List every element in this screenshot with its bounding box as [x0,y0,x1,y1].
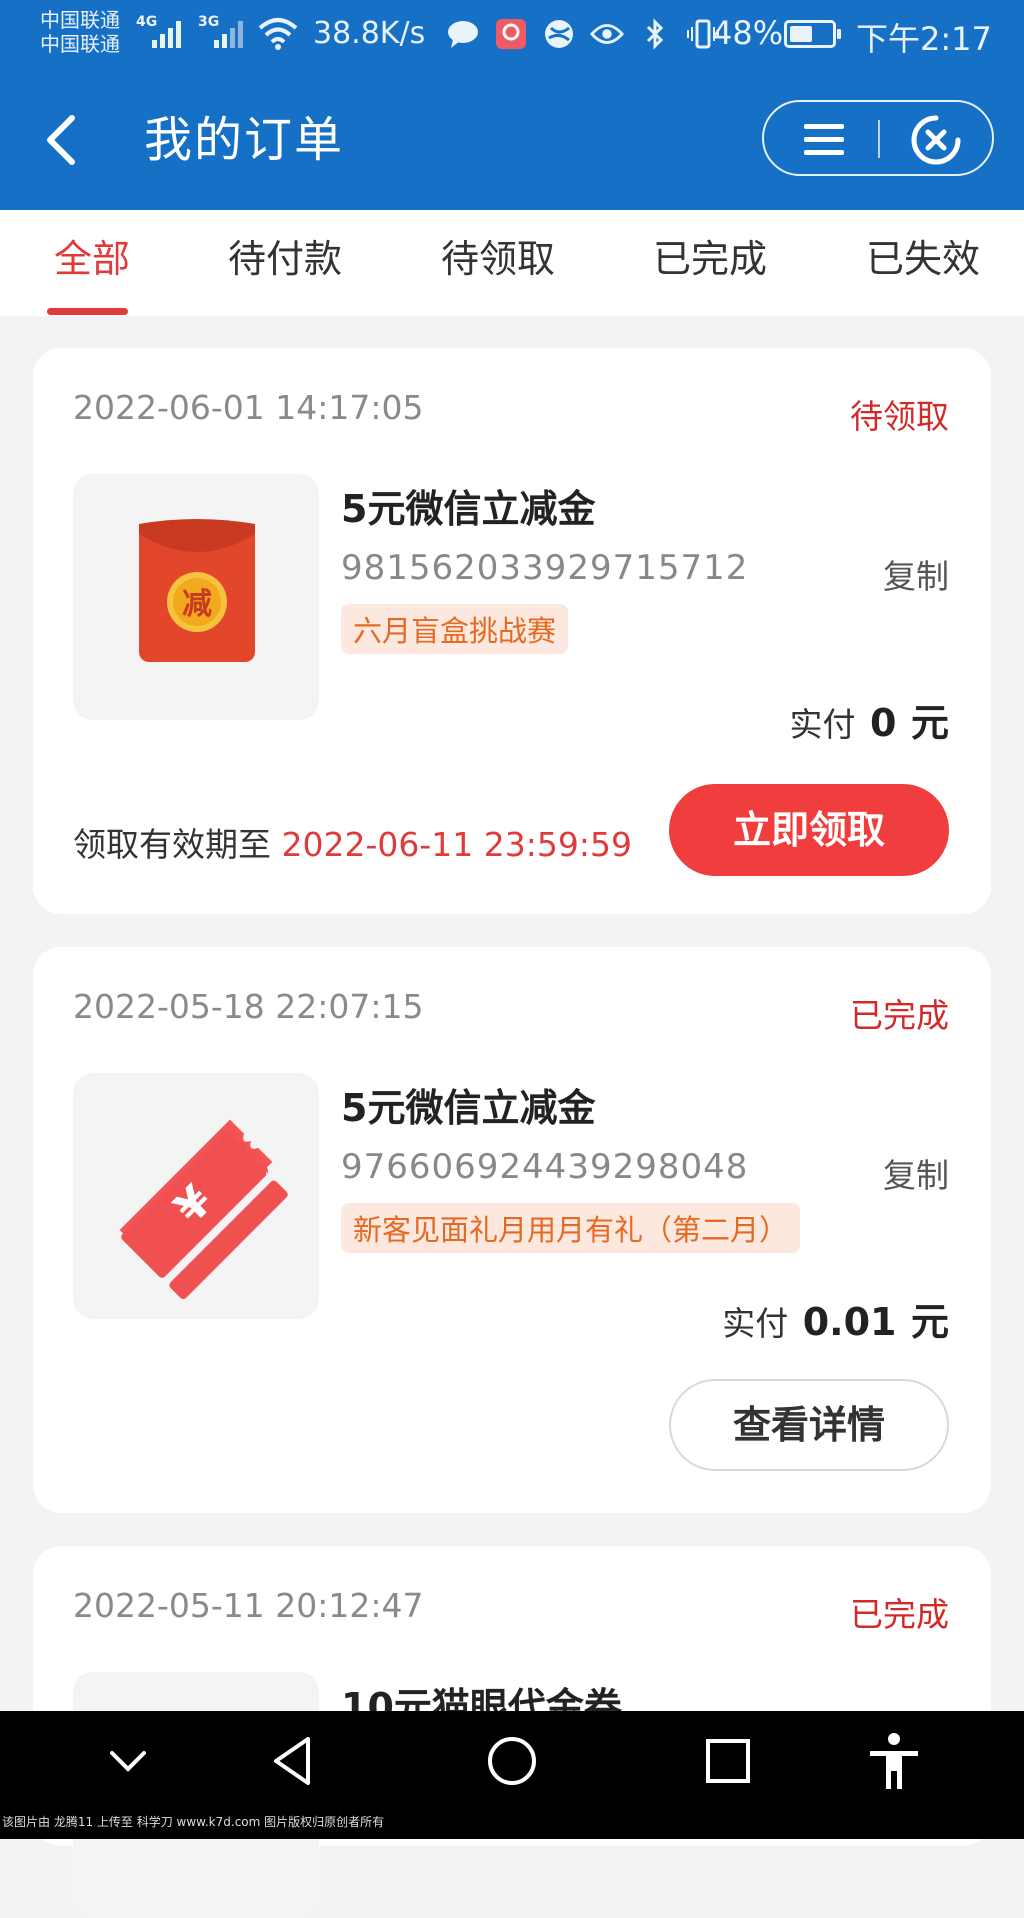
recents-square-icon[interactable] [698,1731,758,1791]
envelope-icon-text: 减 [182,587,212,622]
paid-amount: 实付 0 元 [790,692,949,747]
tab-pending-claim[interactable]: 待领取 [428,234,568,284]
clock: 下午2:17 [856,20,992,58]
message-icon [446,17,480,51]
claim-expiry: 领取有效期至 2022-06-11 23:59:59 [73,818,632,866]
menu-icon[interactable] [800,116,848,162]
view-details-button[interactable]: 查看详情 [669,1379,949,1471]
order-code: 976606924439298048 [341,1147,749,1187]
tab-pending-payment[interactable]: 待付款 [215,234,355,284]
paid-value: 0 [870,701,897,745]
order-card[interactable]: 2022-05-18 22:07:15 已完成 ¥ 5元微信立减金 976606… [33,947,991,1513]
battery-percent: 48% [712,14,784,52]
order-date: 2022-06-01 14:17:05 [73,388,424,427]
expiry-value: 2022-06-11 23:59:59 [281,825,632,864]
system-navigation-bar: 该图片由 龙腾11 上传至 科学刀 www.k7d.com 图片版权归原创者所有 [0,1711,1024,1839]
back-triangle-icon[interactable] [264,1731,324,1791]
browser-icon [542,17,576,51]
active-tab-indicator [47,308,128,315]
chevron-down-icon[interactable] [98,1731,158,1791]
wifi-icon [258,18,298,50]
order-status: 已完成 [850,996,949,1035]
accessibility-icon[interactable] [864,1731,924,1791]
status-bar: 中国联通 中国联通 4G 3G 38.8K/s 48% 下午2:17 [0,0,1024,72]
paid-amount: 实付 0.01 元 [722,1291,949,1346]
carrier-info: 中国联通 中国联通 [40,8,120,56]
product-name: 5元微信立减金 [341,1086,596,1130]
paid-unit: 元 [910,1300,949,1344]
expiry-label: 领取有效期至 [73,825,271,864]
tab-all[interactable]: 全部 [22,234,162,284]
paid-label: 实付 [722,1304,789,1343]
product-name: 5元微信立减金 [341,487,596,531]
battery-icon [784,20,841,48]
capsule-divider [878,120,880,158]
paid-value: 0.01 [802,1300,897,1344]
watermark-text: 该图片由 龙腾11 上传至 科学刀 www.k7d.com 图片版权归原创者所有 [0,1805,1024,1839]
app-header: 中国联通 中国联通 4G 3G 38.8K/s 48% 下午2:17 我的订单 [0,0,1024,210]
home-circle-icon[interactable] [482,1731,542,1791]
carrier-1: 中国联通 [40,8,120,32]
signal-icon-2 [214,21,243,48]
copy-button[interactable]: 复制 [883,550,949,598]
coupon-ticket-icon: ¥ [119,1119,288,1299]
campaign-tag: 六月盲盒挑战赛 [341,604,569,654]
carrier-2: 中国联通 [40,32,120,56]
order-date: 2022-05-11 20:12:47 [73,1586,424,1625]
notification-icons [446,14,720,54]
order-status: 已完成 [850,1595,949,1634]
back-arrow-icon[interactable] [42,112,82,168]
order-card[interactable]: 2022-06-01 14:17:05 待领取 减 5元微信立减金 981562… [33,348,991,914]
bluetooth-icon [638,17,672,51]
eye-icon [590,17,624,51]
page-title: 我的订单 [144,112,345,168]
close-circle-icon[interactable] [910,114,962,166]
copy-button[interactable]: 复制 [883,1149,949,1197]
network-speed: 38.8K/s [313,16,426,51]
signal-icon [152,21,181,48]
app-notification-icon [494,17,528,51]
order-code: 981562033929715712 [341,548,749,588]
paid-unit: 元 [910,701,949,745]
claim-now-button[interactable]: 立即领取 [669,784,949,876]
order-date: 2022-05-18 22:07:15 [73,987,424,1026]
order-status: 待领取 [850,397,949,436]
order-tabs: 全部 待付款 待领取 已完成 已失效 [0,210,1024,316]
campaign-tag: 新客见面礼月用月有礼（第二月） [341,1203,801,1253]
product-thumbnail: 减 [73,474,319,720]
red-envelope-icon: 减 [139,519,255,662]
tab-completed[interactable]: 已完成 [640,234,780,284]
mini-program-capsule [762,100,994,176]
tab-expired[interactable]: 已失效 [853,234,993,284]
product-thumbnail: ¥ [73,1073,319,1319]
paid-label: 实付 [789,705,856,744]
